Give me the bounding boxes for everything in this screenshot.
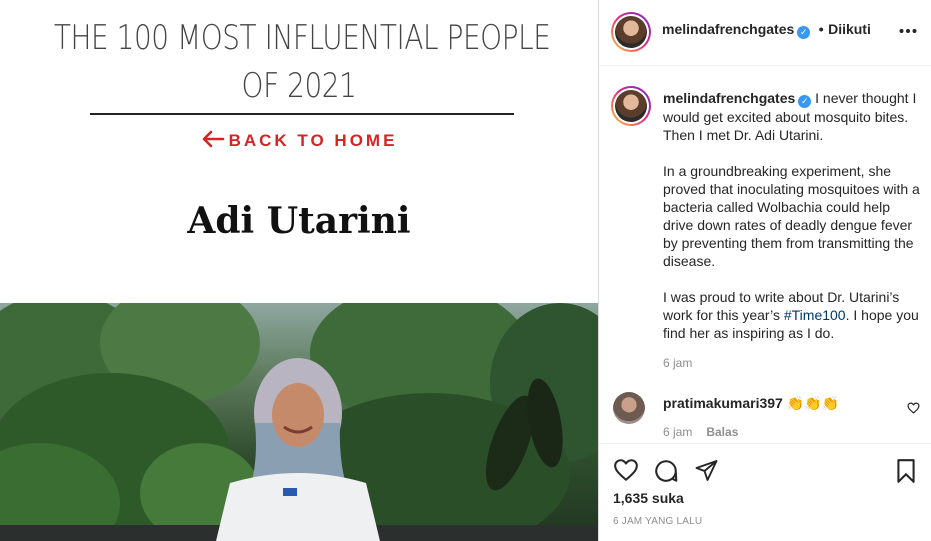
post-media[interactable]: THE 100 MOST INFLUENTIAL PEOPLE OF 2021 … — [0, 0, 598, 541]
avatar-image — [615, 16, 647, 48]
caption-avatar-image — [615, 90, 647, 122]
portrait-photo — [0, 303, 598, 541]
back-link-label: BACK TO HOME — [228, 130, 398, 150]
hashtag-link[interactable]: #Time100 — [784, 307, 846, 323]
comment-text: pratimakumari397 👏👏👏 — [663, 395, 839, 412]
article-header: THE 100 MOST INFLUENTIAL PEOPLE OF 2021 … — [0, 0, 598, 303]
comment-time[interactable]: 6 jam — [663, 425, 692, 439]
header-username[interactable]: melindafrenchgates — [662, 21, 794, 37]
comments-scroll-area[interactable]: melindafrenchgates ✓ I never thought I wo… — [599, 66, 931, 443]
caption-paragraph-3: I was proud to write about Dr. Utarini’s… — [663, 288, 921, 342]
back-to-home-link: BACK TO HOME — [0, 130, 598, 153]
header-author-line: melindafrenchgates ✓ • Diikuti — [662, 21, 871, 39]
person-name: Adi Utarini — [187, 200, 411, 242]
headline-divider — [90, 113, 514, 115]
follow-status-button[interactable]: Diikuti — [828, 21, 871, 37]
portrait-illustration — [0, 303, 598, 541]
verified-badge-icon: ✓ — [797, 26, 811, 39]
reply-button[interactable]: Balas — [706, 425, 738, 439]
caption-time[interactable]: 6 jam — [663, 354, 921, 372]
caption-verified-badge-icon: ✓ — [798, 95, 812, 108]
header-separator: • — [818, 21, 824, 37]
more-options-icon[interactable] — [899, 18, 917, 39]
author-avatar[interactable] — [611, 12, 651, 52]
comment-icon[interactable] — [653, 458, 679, 489]
caption-author-avatar[interactable] — [611, 86, 651, 126]
post-timestamp[interactable]: 6 JAM YANG LALU — [613, 516, 702, 527]
caption-paragraph-2: In a groundbreaking experiment, she prov… — [663, 163, 920, 269]
post-header: melindafrenchgates ✓ • Diikuti — [599, 0, 931, 66]
commenter-avatar[interactable] — [613, 392, 645, 424]
bookmark-icon[interactable] — [895, 458, 917, 489]
headline-line-1: THE 100 MOST INFLUENTIAL PEOPLE — [53, 18, 551, 58]
caption-username[interactable]: melindafrenchgates — [663, 90, 795, 106]
comment-meta: 6 jam Balas — [663, 425, 738, 439]
comment-emoji: 👏👏👏 — [786, 395, 840, 411]
likes-count[interactable]: 1,635 suka — [613, 490, 684, 506]
like-comment-icon[interactable] — [907, 401, 920, 419]
share-icon[interactable] — [694, 458, 719, 487]
commenter-username[interactable]: pratimakumari397 — [663, 395, 783, 411]
article-headline: THE 100 MOST INFLUENTIAL PEOPLE OF 2021 — [53, 14, 551, 110]
headline-line-2: OF 2021 — [241, 66, 357, 106]
post-details-panel: melindafrenchgates ✓ • Diikuti melindafre… — [599, 0, 931, 541]
post-actions: 1,635 suka 6 JAM YANG LALU — [599, 443, 931, 541]
arrow-left-icon — [201, 130, 225, 153]
post-caption: melindafrenchgates ✓ I never thought I wo… — [663, 89, 921, 372]
heart-icon[interactable] — [613, 458, 639, 487]
